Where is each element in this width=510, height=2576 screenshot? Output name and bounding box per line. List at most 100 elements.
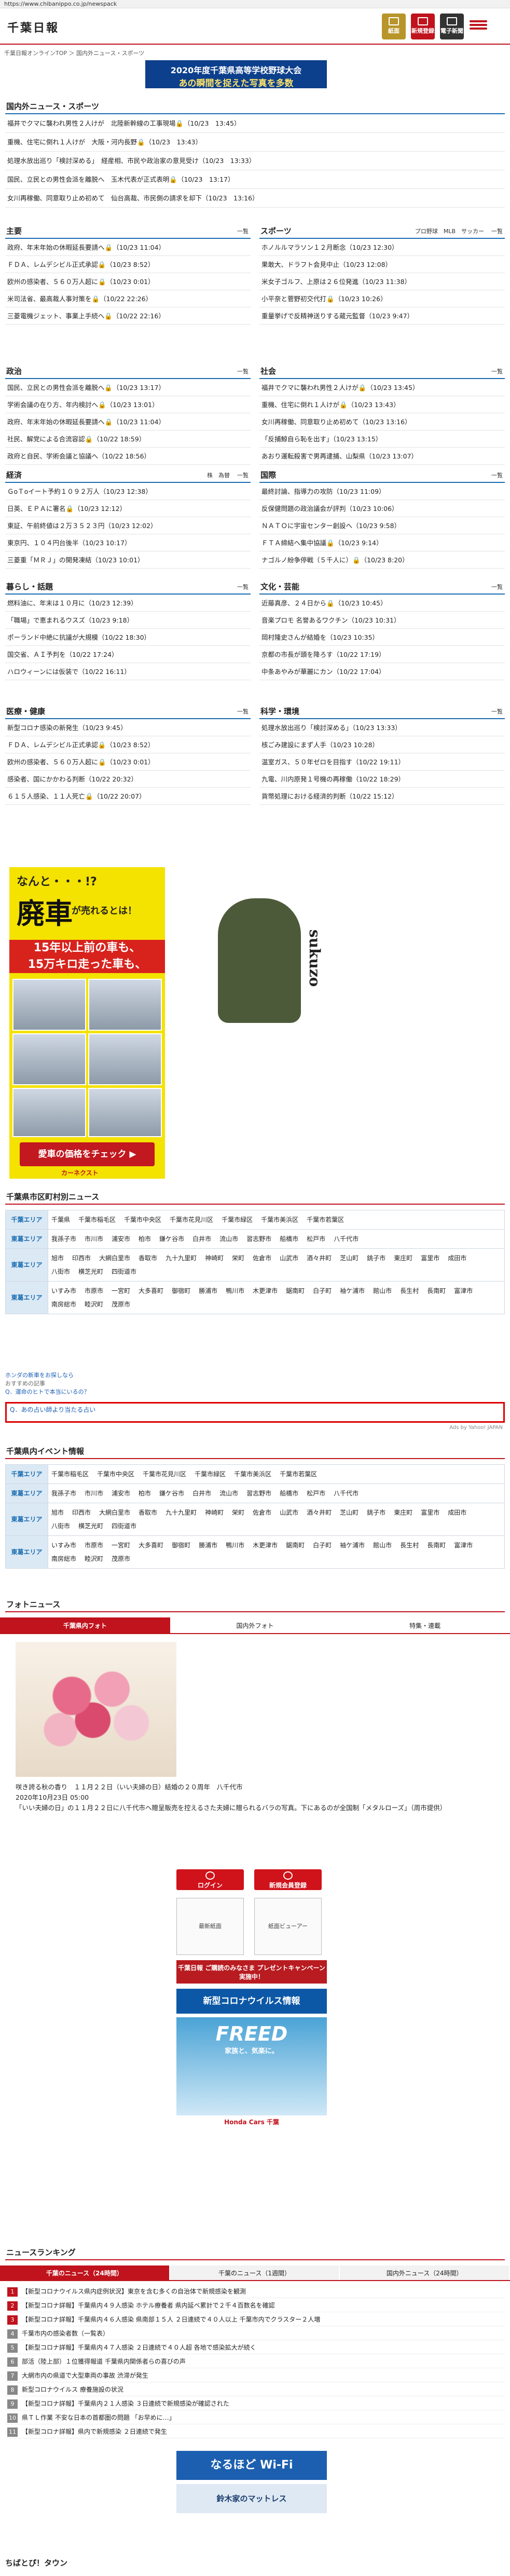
area-link[interactable]: 白井市 (192, 1490, 211, 1497)
tab-local-photo[interactable]: 千葉県内フォト (0, 1617, 170, 1633)
photo-caption[interactable]: 咲き誇る秋の香り １１月２２日（いい夫婦の日）結婚の２０周年 八千代市 (16, 1782, 493, 1792)
list-item[interactable]: 重機、住宅に倒れ１人けが🔒（10/23 13:43） (259, 396, 505, 413)
area-link[interactable]: 千葉市緑区 (222, 1216, 253, 1223)
list-item[interactable]: 欧州の感染者、５６０万人超に🔒（10/23 0:01） (5, 273, 251, 290)
area-link[interactable]: 鴨川市 (226, 1542, 244, 1549)
list-item[interactable]: 重量挙げで反精神送りする蔵元監督（10/23 9:47） (259, 307, 505, 325)
area-link[interactable]: 勝浦市 (199, 1542, 217, 1549)
ranking-item[interactable]: 8 新型コロナウイルス 療養施設の状況 (5, 2383, 505, 2396)
area-link[interactable]: 長南町 (427, 1287, 446, 1294)
area-link[interactable]: 千葉市若葉区 (307, 1216, 344, 1223)
area-link[interactable]: 柏市 (139, 1235, 151, 1243)
area-link[interactable]: 八街市 (51, 1522, 70, 1530)
area-link[interactable]: 旭市 (51, 1509, 64, 1516)
list-item[interactable]: 国交省、ＡＩ予判を（10/22 17:24） (5, 646, 251, 663)
ranking-item[interactable]: 7 大網市内の県道で大型車両の事故 渋滞が発生 (5, 2369, 505, 2382)
list-item[interactable]: ＧoＴoイート予約１０９２万人（10/23 12:38） (5, 483, 251, 500)
signup-button[interactable]: 新規登録 (411, 14, 435, 39)
list-item[interactable]: ＦＤＡ、レムデシビル正式承認🔒（10/23 8:52） (5, 736, 251, 753)
area-link[interactable]: 館山市 (373, 1287, 392, 1294)
area-link[interactable]: いすみ市 (51, 1542, 76, 1549)
area-link[interactable]: 茂原市 (112, 1301, 130, 1308)
list-item[interactable]: ＮＡＴＯに宇宙センター創設へ（10/23 9:58） (259, 517, 505, 534)
area-link[interactable]: 芝山町 (340, 1255, 359, 1262)
list-item[interactable]: 「反捕鯨自ら恥を出す」（10/23 13:15） (259, 430, 505, 448)
area-link[interactable]: 鋸南町 (286, 1287, 305, 1294)
more-link[interactable]: 一覧 (491, 707, 503, 716)
more-link[interactable]: 一覧 (237, 227, 249, 235)
area-link[interactable]: 睦沢町 (85, 1555, 103, 1562)
area-link[interactable]: 習志野市 (246, 1235, 271, 1243)
list-item[interactable]: 政府、年末年始の休暇延長要請へ🔒（10/23 11:04） (5, 239, 251, 256)
banner-ad[interactable]: 2020年度千葉県高等学校野球大会 あの瞬間を捉えた写真を多数 (145, 60, 327, 89)
area-link[interactable]: 市川市 (85, 1490, 103, 1497)
area-link[interactable]: 香取市 (139, 1255, 157, 1262)
section-tabs[interactable]: 株 為替 (207, 471, 230, 479)
ranking-item[interactable]: 5 【新型コロナ詳報】千葉県内４７人感染 ２日連続で４０人超 各地で感染拡大が続く (5, 2341, 505, 2354)
list-item[interactable]: 三菱重「ＭＲＪ」の開発凍結（10/23 10:01） (5, 551, 251, 569)
area-link[interactable]: 木更津市 (253, 1287, 278, 1294)
area-link[interactable]: 山武市 (280, 1509, 298, 1516)
area-link[interactable]: 酒々井町 (307, 1509, 332, 1516)
more-link[interactable]: 一覧 (237, 471, 249, 479)
area-link[interactable]: 一宮町 (112, 1542, 130, 1549)
area-link[interactable]: 流山市 (219, 1235, 238, 1243)
area-link[interactable]: 鋸南町 (286, 1542, 305, 1549)
area-link[interactable]: 鴨川市 (226, 1287, 244, 1294)
ranking-item[interactable]: 3 【新型コロナ詳報】千葉県内４６人感染 県南部１５人 ２日連続で４０人以上 千葉… (5, 2313, 505, 2326)
area-link[interactable]: 長生村 (400, 1287, 419, 1294)
list-item[interactable]: 小平奈と菅野初交代打🔒（10/23 10:26） (259, 290, 505, 307)
area-link[interactable]: 横芝光町 (78, 1268, 103, 1275)
mattress-ad[interactable]: 鈴木家のマットレス (176, 2484, 327, 2513)
area-link[interactable]: 成田市 (448, 1255, 466, 1262)
list-item[interactable]: 処理水放出巡り「検討深める」 経産相、市民や政治家の意見受け（10/23 13:… (5, 152, 505, 170)
area-link[interactable]: 神崎町 (205, 1255, 224, 1262)
sponsor-link[interactable]: ホンダの新車をお探しなら (5, 1371, 505, 1379)
area-link[interactable]: 八千代市 (334, 1490, 359, 1497)
list-item[interactable]: 福井でクマに襲われ男性２人けが 北陸新幹線の工事現場🔒（10/23 13:45） (5, 114, 505, 133)
list-item[interactable]: 重機、住宅に倒れ１人けが 大阪・河内長野🔒（10/23 13:43） (5, 133, 505, 152)
area-link[interactable]: 千葉市緑区 (195, 1471, 226, 1478)
list-item[interactable]: 反保健問題の政治議会が評判（10/23 10:06） (259, 500, 505, 517)
tab-features[interactable]: 特集・連載 (340, 1617, 510, 1633)
area-link[interactable]: 袖ケ浦市 (340, 1287, 365, 1294)
list-item[interactable]: 音楽プロモ 名誉あるワクチン（10/23 10:31） (259, 612, 505, 629)
area-link[interactable]: 横芝光町 (78, 1522, 103, 1530)
list-item[interactable]: 九電、川内原発１号機の再稼働（10/22 18:29） (259, 771, 505, 788)
list-item[interactable]: 核ごみ建設にまず人手（10/23 10:28） (259, 736, 505, 753)
area-link[interactable]: 大多喜町 (139, 1287, 163, 1294)
area-link[interactable]: 千葉市美浜区 (234, 1471, 271, 1478)
area-link[interactable]: 四街道市 (112, 1268, 136, 1275)
area-link[interactable]: 酒々井町 (307, 1255, 332, 1262)
area-link[interactable]: 習志野市 (246, 1490, 271, 1497)
more-link[interactable]: 一覧 (237, 707, 249, 716)
area-link[interactable]: 長南町 (427, 1542, 446, 1549)
car-ad[interactable]: なんと・・・!? 廃車 が売れるとは！ 15年以上前の車も、 15万キロ走った車も… (9, 867, 165, 1179)
list-item[interactable]: 果敢大、ドラフト会見中止（10/23 12:08） (259, 256, 505, 273)
area-link[interactable]: 流山市 (219, 1490, 238, 1497)
list-item[interactable]: ＦＤＡ、レムデシビル正式承認🔒（10/23 8:52） (5, 256, 251, 273)
area-link[interactable]: 我孫子市 (51, 1490, 76, 1497)
area-link[interactable]: 銚子市 (367, 1509, 385, 1516)
area-link[interactable]: 千葉県 (51, 1216, 70, 1223)
list-item[interactable]: 三菱電機ジェット、事業上手続へ🔒（10/22 22:16） (5, 307, 251, 325)
tab-chiba-24h[interactable]: 千葉のニュース（24時間） (0, 2265, 169, 2280)
area-link[interactable]: 市川市 (85, 1235, 103, 1243)
area-link[interactable]: 佐倉市 (253, 1509, 271, 1516)
list-item[interactable]: 「職場」で恵まれるウスズ（10/23 9:18） (5, 612, 251, 629)
area-link[interactable]: 長生村 (400, 1542, 419, 1549)
list-item[interactable]: 福井でクマに襲われ男性２人けが🔒（10/23 13:45） (259, 379, 505, 396)
more-link[interactable]: 一覧 (237, 367, 249, 375)
area-link[interactable]: 九十九里町 (166, 1509, 197, 1516)
list-item[interactable]: 欧州の感染者、５６０万人超に🔒（10/23 0:01） (5, 753, 251, 771)
area-link[interactable]: 市原市 (85, 1287, 103, 1294)
area-link[interactable]: 袖ケ浦市 (340, 1542, 365, 1549)
area-link[interactable]: 睦沢町 (85, 1301, 103, 1308)
area-link[interactable]: 大多喜町 (139, 1542, 163, 1549)
list-item[interactable]: 温室ガス、５０年ゼロを目指す（10/22 19:11） (259, 753, 505, 771)
area-link[interactable]: 東庄町 (394, 1255, 412, 1262)
area-link[interactable]: 富里市 (421, 1509, 439, 1516)
more-link[interactable]: 一覧 (491, 367, 503, 375)
area-link[interactable]: 白子町 (313, 1287, 332, 1294)
area-link[interactable]: 印西市 (72, 1509, 91, 1516)
